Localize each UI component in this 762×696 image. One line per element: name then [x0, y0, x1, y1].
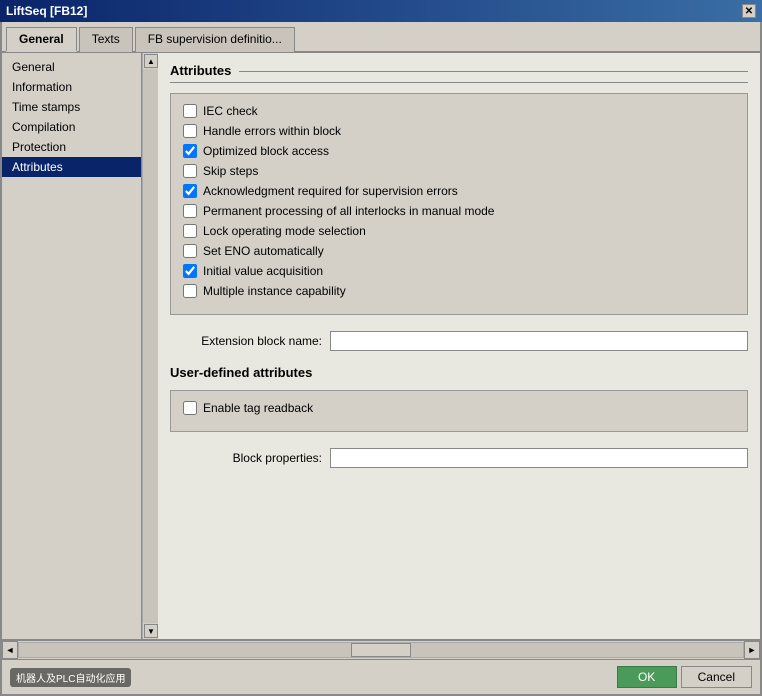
- lock-operating-label: Lock operating mode selection: [203, 224, 366, 238]
- scroll-thumb: [351, 643, 411, 657]
- attributes-section-title: Attributes: [170, 63, 748, 83]
- footer-info: 机器人及PLC自动化应用: [10, 668, 613, 687]
- enable-tag-input[interactable]: [183, 401, 197, 415]
- handle-errors-input[interactable]: [183, 124, 197, 138]
- extension-block-input[interactable]: [330, 331, 748, 351]
- checkboxes-group: IEC check Handle errors within block Opt…: [170, 93, 748, 315]
- block-properties-label: Block properties:: [170, 451, 330, 465]
- watermark-text: 机器人及PLC自动化应用: [10, 668, 131, 687]
- multiple-instance-input[interactable]: [183, 284, 197, 298]
- sidebar-scrollbar: ▲ ▼: [142, 53, 158, 639]
- sidebar-item-information[interactable]: Information: [2, 77, 141, 97]
- sidebar-scroll-up[interactable]: ▲: [144, 54, 158, 68]
- content-area: General Information Time stamps Compilat…: [2, 53, 760, 639]
- main-panel: Attributes IEC check Handle errors withi…: [158, 53, 760, 639]
- checkbox-iec-check: IEC check: [183, 104, 735, 118]
- footer: 机器人及PLC自动化应用 OK Cancel: [2, 659, 760, 694]
- sidebar-item-general[interactable]: General: [2, 57, 141, 77]
- enable-tag-label: Enable tag readback: [203, 401, 313, 415]
- checkbox-handle-errors: Handle errors within block: [183, 124, 735, 138]
- acknowledgment-input[interactable]: [183, 184, 197, 198]
- scroll-track[interactable]: [18, 642, 744, 658]
- sidebar-item-compilation[interactable]: Compilation: [2, 117, 141, 137]
- sidebar: General Information Time stamps Compilat…: [2, 53, 142, 639]
- checkbox-initial-value: Initial value acquisition: [183, 264, 735, 278]
- checkbox-lock-operating: Lock operating mode selection: [183, 224, 735, 238]
- sidebar-scroll-down[interactable]: ▼: [144, 624, 158, 638]
- sidebar-scroll-track: [143, 69, 158, 623]
- block-properties-row: Block properties:: [170, 442, 748, 474]
- checkbox-multiple-instance: Multiple instance capability: [183, 284, 735, 298]
- checkbox-optimized: Optimized block access: [183, 144, 735, 158]
- checkbox-permanent: Permanent processing of all interlocks i…: [183, 204, 735, 218]
- initial-value-input[interactable]: [183, 264, 197, 278]
- iec-check-label: IEC check: [203, 104, 258, 118]
- cancel-button[interactable]: Cancel: [681, 666, 752, 688]
- lock-operating-input[interactable]: [183, 224, 197, 238]
- checkbox-enable-tag: Enable tag readback: [183, 401, 735, 415]
- handle-errors-label: Handle errors within block: [203, 124, 341, 138]
- set-eno-input[interactable]: [183, 244, 197, 258]
- tab-fb-supervision[interactable]: FB supervision definitio...: [135, 27, 295, 52]
- iec-check-input[interactable]: [183, 104, 197, 118]
- sidebar-item-attributes[interactable]: Attributes: [2, 157, 141, 177]
- bottom-scrollbar: ◄ ►: [2, 639, 760, 659]
- initial-value-label: Initial value acquisition: [203, 264, 323, 278]
- scroll-left-btn[interactable]: ◄: [2, 641, 18, 659]
- user-defined-section: User-defined attributes Enable tag readb…: [170, 365, 748, 474]
- multiple-instance-label: Multiple instance capability: [203, 284, 346, 298]
- close-button[interactable]: ✕: [742, 4, 756, 18]
- set-eno-label: Set ENO automatically: [203, 244, 324, 258]
- sidebar-item-timestamps[interactable]: Time stamps: [2, 97, 141, 117]
- block-properties-input[interactable]: [330, 448, 748, 468]
- tab-bar: General Texts FB supervision definitio..…: [2, 22, 760, 53]
- sidebar-wrapper: General Information Time stamps Compilat…: [2, 53, 158, 639]
- title-bar: LiftSeq [FB12] ✕: [0, 0, 762, 22]
- tab-texts[interactable]: Texts: [79, 27, 133, 52]
- skip-steps-input[interactable]: [183, 164, 197, 178]
- extension-block-row: Extension block name:: [170, 325, 748, 357]
- attributes-title-text: Attributes: [170, 63, 231, 78]
- checkbox-set-eno: Set ENO automatically: [183, 244, 735, 258]
- optimized-input[interactable]: [183, 144, 197, 158]
- permanent-label: Permanent processing of all interlocks i…: [203, 204, 494, 218]
- sidebar-item-protection[interactable]: Protection: [2, 137, 141, 157]
- extension-block-label: Extension block name:: [170, 334, 330, 348]
- window-title: LiftSeq [FB12]: [6, 4, 87, 18]
- checkbox-skip-steps: Skip steps: [183, 164, 735, 178]
- optimized-label: Optimized block access: [203, 144, 329, 158]
- dialog: General Texts FB supervision definitio..…: [0, 22, 762, 696]
- user-defined-title: User-defined attributes: [170, 365, 748, 380]
- tab-general[interactable]: General: [6, 27, 77, 52]
- ok-button[interactable]: OK: [617, 666, 677, 688]
- permanent-input[interactable]: [183, 204, 197, 218]
- scroll-right-btn[interactable]: ►: [744, 641, 760, 659]
- skip-steps-label: Skip steps: [203, 164, 258, 178]
- acknowledgment-label: Acknowledgment required for supervision …: [203, 184, 458, 198]
- user-defined-content: Enable tag readback: [170, 390, 748, 432]
- checkbox-acknowledgment: Acknowledgment required for supervision …: [183, 184, 735, 198]
